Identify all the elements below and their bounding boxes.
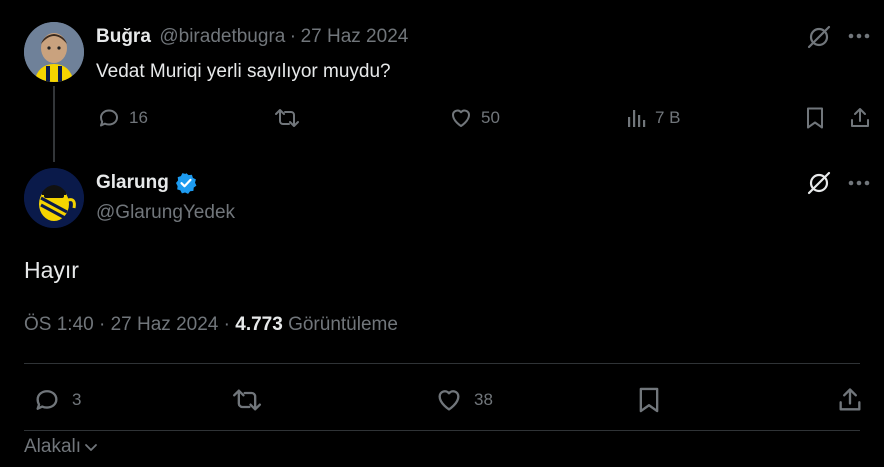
like-icon (449, 106, 473, 130)
retweet-icon[interactable] (230, 386, 264, 414)
separator-dot: · (99, 314, 106, 335)
author-name[interactable]: Glarung (96, 172, 169, 194)
tweet-date[interactable]: 27 Haz 2024 (111, 314, 219, 335)
relevance-label: Alakalı (24, 436, 82, 457)
reply-icon (32, 386, 62, 414)
grok-icon[interactable] (806, 24, 832, 50)
author-handle[interactable]: @GlarungYedek (96, 202, 235, 224)
retweet-icon (273, 106, 301, 130)
chevron-down-icon (83, 440, 99, 454)
reply-button[interactable]: 16 (97, 106, 148, 130)
reply-button[interactable]: 3 (32, 386, 81, 414)
tweet-text: Vedat Muriqi yerli sayılıyor muydu? (96, 61, 391, 82)
views-count: 7 B (655, 108, 681, 127)
author-handle[interactable]: @biradetbugra (159, 26, 285, 47)
author-name[interactable]: Buğra (96, 26, 151, 47)
reply-icon (97, 106, 121, 130)
tweet-date[interactable]: 27 Haz 2024 (301, 26, 409, 47)
like-button[interactable]: 50 (449, 106, 500, 130)
separator-dot: · (289, 26, 297, 47)
relevance-sort-button[interactable]: Alakalı (24, 436, 99, 458)
reply-count: 16 (129, 108, 148, 127)
divider (24, 430, 860, 431)
bookmark-icon[interactable] (804, 106, 826, 130)
tweet-time[interactable]: ÖS 1:40 (24, 314, 94, 335)
reply-count: 3 (72, 390, 82, 409)
like-count: 38 (474, 390, 493, 409)
verified-badge-icon[interactable] (175, 172, 197, 194)
grok-icon[interactable] (806, 170, 832, 196)
like-count: 50 (481, 108, 500, 127)
views-label: Görüntüleme (288, 314, 398, 335)
divider (24, 363, 860, 364)
tweet-meta: ÖS 1:40 · 27 Haz 2024 · 4.773 Görüntülem… (24, 314, 398, 336)
thread-connector (53, 86, 55, 162)
share-icon[interactable] (836, 386, 864, 414)
share-icon[interactable] (848, 106, 872, 130)
views-count: 4.773 (235, 314, 283, 335)
avatar[interactable] (24, 168, 84, 228)
views-button[interactable]: 7 B (625, 106, 681, 130)
like-button[interactable]: 38 (434, 386, 493, 414)
tweet-text: Hayır (24, 257, 79, 283)
like-icon (434, 386, 464, 414)
more-icon[interactable] (848, 180, 870, 186)
separator-dot: · (223, 314, 230, 335)
avatar[interactable] (24, 22, 84, 82)
bookmark-icon[interactable] (636, 386, 662, 414)
retweet-button[interactable] (273, 106, 301, 130)
views-icon (625, 106, 649, 130)
more-icon[interactable] (848, 33, 870, 39)
